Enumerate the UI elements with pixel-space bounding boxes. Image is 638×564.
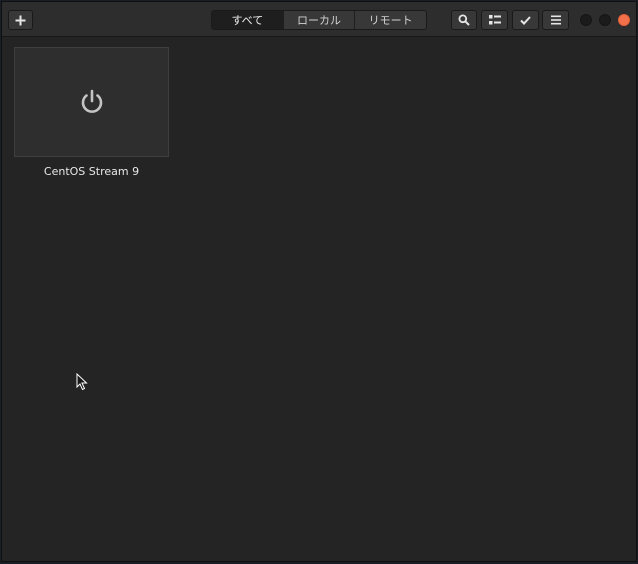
plus-icon [15,15,26,25]
box-tile[interactable]: CentOS Stream 9 [14,47,169,183]
hamburger-menu-icon [550,15,561,25]
maximize-button[interactable] [599,14,611,26]
tab-all[interactable]: すべて [212,11,283,29]
tab-remote[interactable]: リモート [354,11,426,29]
close-button[interactable] [618,14,630,26]
boxes-window: すべて ローカル リモート CentOS Stream 9 [1,1,637,562]
new-box-button[interactable] [8,10,33,30]
main-menu-button[interactable] [542,10,569,30]
tab-local[interactable]: ローカル [282,11,355,29]
selection-mode-button[interactable] [512,10,539,30]
box-thumbnail[interactable] [14,47,169,157]
search-icon [458,14,470,26]
view-mode-button[interactable] [481,10,508,30]
search-button[interactable] [451,10,477,30]
mouse-pointer-icon [76,373,88,391]
collection-switcher: すべて ローカル リモート [211,10,427,30]
header-bar: すべて ローカル リモート [2,2,636,37]
minimize-button[interactable] [580,14,592,26]
list-view-icon [488,15,501,25]
box-name: CentOS Stream 9 [43,165,140,178]
power-icon [81,89,102,113]
boxes-grid: CentOS Stream 9 [2,37,636,561]
checkmark-icon [520,15,531,25]
